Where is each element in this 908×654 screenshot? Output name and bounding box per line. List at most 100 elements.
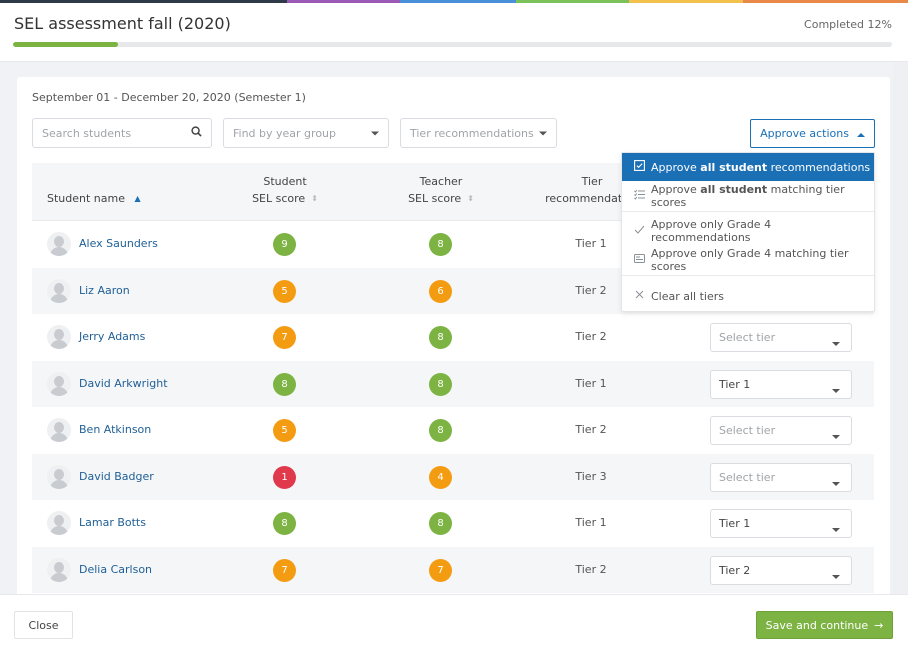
avatar [47, 464, 71, 489]
teacher-sel-score-badge: 8 [429, 326, 452, 349]
student-sel-score-badge: 7 [273, 326, 296, 349]
tier-select[interactable]: Select tier [710, 323, 852, 352]
teacher-sel-score-badge: 8 [429, 512, 452, 535]
menu-item-approve-all-recommendations[interactable]: Approve all student recommendations [622, 153, 874, 181]
close-button[interactable]: Close [14, 611, 73, 639]
sort-icon[interactable]: ⬍ [467, 195, 474, 203]
chevron-down-icon [832, 336, 840, 349]
student-name-link[interactable]: Liz Aaron [79, 268, 130, 314]
teacher-sel-score-badge: 4 [429, 465, 452, 489]
student-name-link[interactable]: Lamar Botts [79, 500, 146, 546]
tier-recommendation: Tier 2 [575, 330, 607, 343]
table-row: David Badger 1 4 Tier 3 Select tier [32, 453, 874, 500]
chevron-down-icon [539, 128, 547, 139]
student-name-link[interactable]: Alex Saunders [79, 221, 158, 267]
sort-icon[interactable]: ▲ [135, 195, 141, 203]
tier-select-value: Tier 1 [719, 377, 751, 391]
table-row: David Arkwright 8 8 Tier 1 Tier 1 [32, 360, 874, 407]
menu-divider [622, 275, 874, 276]
avatar [47, 278, 71, 303]
teacher-sel-score-badge: 8 [429, 419, 452, 442]
table-row: Lamar Botts 8 8 Tier 1 Tier 1 [32, 500, 874, 547]
chevron-down-icon [832, 429, 840, 442]
avatar [47, 557, 71, 582]
tier-recommendations-placeholder: Tier recommendations [410, 126, 534, 140]
chevron-down-icon [832, 522, 840, 535]
table-row: Jerry Adams 7 8 Tier 2 Select tier [32, 314, 874, 361]
teacher-sel-score-badge: 8 [429, 372, 452, 396]
column-student-name[interactable]: Student name ▲ [47, 190, 141, 207]
tier-select[interactable]: Select tier [710, 462, 852, 492]
arrow-right-icon: → [874, 618, 884, 632]
page-header: SEL assessment fall (2020) Completed 12% [0, 3, 908, 62]
search-input[interactable]: Search students [32, 118, 212, 148]
avatar [47, 371, 71, 396]
teacher-sel-score-badge: 7 [429, 558, 452, 582]
tier-recommendation: Tier 2 [575, 423, 607, 436]
student-name-link[interactable]: Ben Atkinson [79, 407, 151, 453]
checkbox-icon [634, 160, 645, 174]
approve-actions-menu: Approve all student recommendations Appro… [621, 152, 875, 312]
tier-recommendation: Tier 3 [575, 469, 607, 483]
tier-recommendation: Tier 1 [575, 376, 607, 390]
avatar [47, 511, 71, 535]
avatar [47, 232, 71, 256]
page-title: SEL assessment fall (2020) [14, 14, 231, 33]
date-range: September 01 - December 20, 2020 (Semest… [32, 91, 306, 104]
tier-select-value: Select tier [719, 424, 776, 437]
scrollbar[interactable] [893, 62, 908, 594]
tier-recommendation: Tier 2 [575, 562, 607, 576]
menu-item-approve-grade4-recommendations[interactable]: Approve only Grade 4 recommendations [622, 217, 874, 245]
student-name-link[interactable]: David Arkwright [79, 361, 168, 407]
sort-icon[interactable]: ⬍ [311, 195, 318, 203]
student-sel-score-badge: 5 [273, 279, 296, 303]
chevron-down-icon [371, 128, 379, 139]
year-group-select[interactable]: Find by year group [223, 118, 389, 148]
chevron-up-icon [856, 127, 865, 140]
student-name-link[interactable]: Jerry Adams [79, 314, 145, 360]
teacher-sel-score-badge: 6 [429, 279, 452, 303]
tier-select[interactable]: Select tier [710, 416, 852, 445]
tier-select-value: Select tier [719, 470, 776, 484]
completion-status: Completed 12% [804, 18, 892, 31]
menu-item-clear-all-tiers[interactable]: Clear all tiers [622, 282, 874, 310]
tier-select[interactable]: Tier 1 [710, 509, 852, 538]
progress-bar [13, 42, 892, 47]
student-name-link[interactable]: David Badger [79, 454, 154, 500]
menu-item-approve-grade4-matching-scores[interactable]: Approve only Grade 4 matching tier score… [622, 246, 874, 274]
chevron-down-icon [832, 383, 840, 396]
teacher-sel-score-badge: 8 [429, 233, 452, 256]
chevron-down-icon [832, 569, 840, 582]
student-sel-score-badge: 9 [273, 233, 296, 256]
tier-recommendations-select[interactable]: Tier recommendations [400, 118, 557, 148]
student-name-link[interactable]: Delia Carlson [79, 547, 152, 593]
tier-recommendation: Tier 1 [575, 516, 607, 529]
student-sel-score-badge: 1 [273, 465, 296, 489]
search-icon[interactable] [191, 126, 202, 140]
tier-recommendation: Tier 1 [575, 237, 607, 250]
column-student-sel-score[interactable]: Student SEL score ⬍ [240, 173, 330, 207]
approve-actions-label: Approve actions [760, 127, 849, 140]
menu-item-approve-all-matching-scores[interactable]: Approve all student matching tier scores [622, 182, 874, 210]
year-group-placeholder: Find by year group [233, 126, 337, 140]
student-sel-score-badge: 8 [273, 372, 296, 396]
avatar [47, 325, 71, 349]
tier-select-value: Select tier [719, 331, 776, 344]
menu-divider [622, 211, 874, 212]
id-card-icon [634, 253, 645, 267]
table-row: Delia Carlson 7 7 Tier 2 Tier 2 [32, 546, 874, 593]
tier-select[interactable]: Tier 1 [710, 369, 852, 399]
avatar [47, 418, 71, 442]
tier-select[interactable]: Tier 2 [710, 555, 852, 585]
tier-select-value: Tier 2 [719, 563, 751, 577]
approve-actions-button[interactable]: Approve actions [750, 119, 875, 148]
tier-recommendation: Tier 2 [575, 283, 607, 297]
table-row: Ben Atkinson 5 8 Tier 2 Select tier [32, 407, 874, 454]
student-sel-score-badge: 5 [273, 419, 296, 442]
content-area: September 01 - December 20, 2020 (Semest… [0, 62, 908, 594]
column-teacher-sel-score[interactable]: Teacher SEL score ⬍ [396, 173, 486, 207]
student-sel-score-badge: 8 [273, 512, 296, 535]
save-and-continue-button[interactable]: Save and continue → [756, 611, 893, 639]
student-sel-score-badge: 7 [273, 558, 296, 582]
chevron-down-icon [832, 476, 840, 489]
